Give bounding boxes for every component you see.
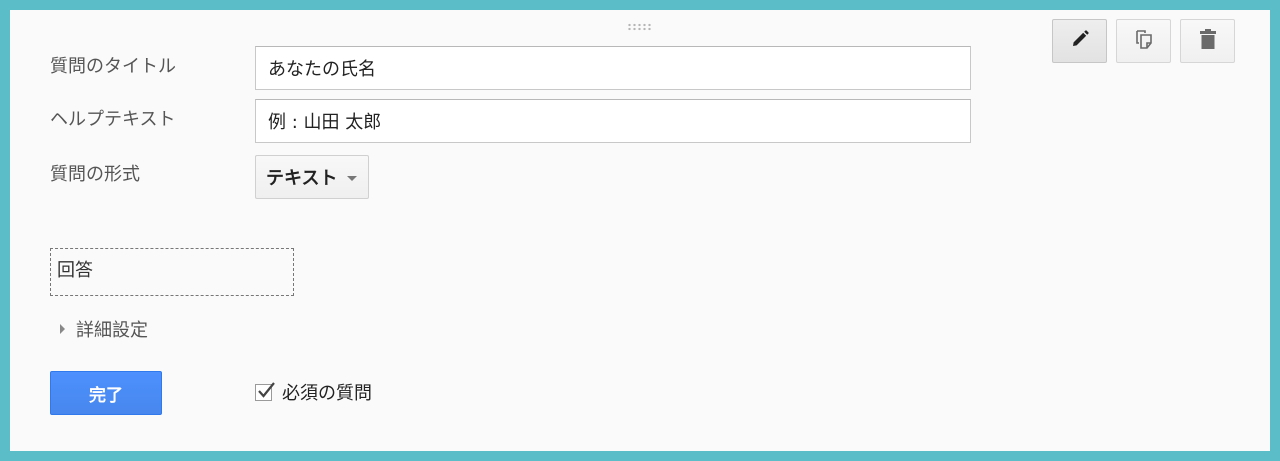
done-button[interactable]: 完了 [50, 371, 162, 415]
triangle-right-icon [60, 324, 65, 334]
drag-handle[interactable] [627, 23, 653, 31]
required-question-label: 必須の質問 [282, 383, 372, 404]
required-question-toggle[interactable]: 必須の質問 [255, 379, 372, 405]
delete-button[interactable] [1180, 19, 1235, 63]
question-type-label: 質問の形式 [50, 164, 140, 185]
question-title-input[interactable] [255, 46, 971, 90]
question-type-select[interactable]: テキスト [255, 155, 369, 199]
duplicate-button[interactable] [1116, 19, 1171, 63]
advanced-settings-label: 詳細設定 [76, 320, 148, 341]
edit-button[interactable] [1052, 19, 1107, 63]
pencil-icon [1070, 29, 1090, 53]
answer-preview-field: 回答 [50, 248, 294, 296]
question-toolbar [1052, 19, 1235, 63]
trash-icon [1199, 28, 1217, 54]
duplicate-icon [1134, 28, 1154, 54]
question-type-value: テキスト [266, 168, 338, 189]
checkmark-icon [258, 381, 275, 398]
help-text-input[interactable] [255, 99, 971, 143]
help-text-label: ヘルプテキスト [50, 109, 176, 130]
advanced-settings-toggle[interactable]: 詳細設定 [60, 316, 148, 342]
required-checkbox[interactable] [255, 381, 275, 401]
question-editor-card: 質問のタイトル ヘルプテキスト 質問の形式 テキスト 回答 詳細設定 完了 必須… [10, 10, 1270, 451]
chevron-down-icon [347, 175, 358, 181]
question-title-label: 質問のタイトル [50, 56, 176, 77]
